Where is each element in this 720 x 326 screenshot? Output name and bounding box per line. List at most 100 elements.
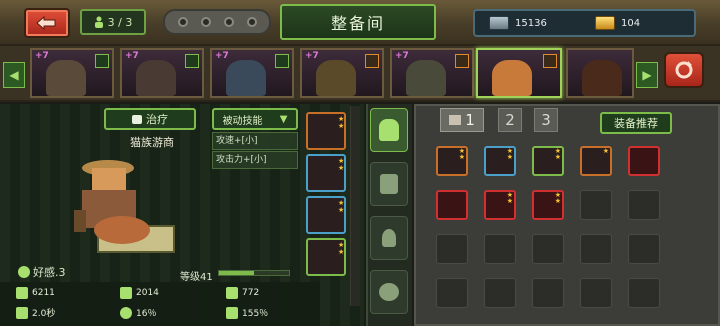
stat-hp: 6211 [16,287,55,299]
currency-1-value: 15136 [515,18,547,29]
hero-level: +7 [305,51,319,61]
equip-rail [350,106,360,306]
character-name: 猫族游商 [130,136,174,149]
inventory-item[interactable]: ★ ★ [532,146,564,176]
heal-button[interactable]: 治疗 [104,108,196,130]
skill-item: 攻速+[小] [212,132,298,150]
inventory-empty-slot[interactable] [580,234,612,264]
star-icon: ★ ★ [338,115,345,130]
affinity-text: 好感.3 [33,266,66,279]
star-icon: ★ ★ [554,147,561,161]
hero-level: +7 [35,51,49,61]
inventory-item[interactable]: ★ ★ [484,146,516,176]
equip-slot[interactable]: ★ ★ [306,154,346,192]
inventory-empty-slot[interactable] [628,278,660,308]
gear-icon [380,174,398,194]
hero-portrait [582,60,622,96]
page-tab-3[interactable]: 3 [534,108,558,132]
currency-2-value: 104 [621,18,641,29]
hero-level: +7 [125,51,139,61]
inventory-empty-slot[interactable] [628,234,660,264]
passive-skill-label: 被动技能 [222,115,263,127]
squad-count-text: 3 / 3 [107,15,133,29]
hero-portrait [226,60,266,96]
tab-bond[interactable] [370,270,408,314]
inventory-empty-slot[interactable] [436,234,468,264]
tab-bot[interactable] [370,108,408,152]
inventory-empty-slot[interactable] [580,278,612,308]
person-badge-icon [95,54,109,68]
back-button[interactable] [24,8,70,38]
xp-bar [218,270,290,276]
stat-defense-value: 772 [242,288,260,298]
inventory-empty-slot[interactable] [628,190,660,220]
inventory-empty-slot[interactable] [484,278,516,308]
page-tab-2[interactable]: 2 [498,108,522,132]
equip-slot[interactable]: ★ ★ [306,238,346,276]
inventory-item[interactable]: ★ ★ [436,146,468,176]
hero-card[interactable] [566,48,634,98]
inventory-empty-slot[interactable] [484,234,516,264]
stat-crit-value: 16％ [136,309,157,319]
hero-level: +7 [395,51,409,61]
inventory-item[interactable]: ★ ★ [484,190,516,220]
link-slots[interactable] [163,9,271,35]
lightbulb-icon [382,229,396,247]
page-title: 整备间 [280,4,436,40]
target-icon [120,306,132,319]
inventory-item[interactable] [628,146,660,176]
page-tab-label: 2 [505,111,515,129]
inventory-empty-slot[interactable] [580,190,612,220]
star-icon: ★ ★ [338,199,345,214]
skill-item: 攻击力+[小] [212,151,298,169]
tab-gear[interactable] [370,162,408,206]
inventory-empty-slot[interactable] [532,234,564,264]
chip-currency-icon [489,16,509,30]
hero-card[interactable]: +7 [120,48,204,98]
swap-hero-button[interactable] [664,52,704,88]
stat-crit-damage: 155％ [226,306,268,319]
level-text: 等级41 [180,272,213,283]
stat-crit-damage-value: 155％ [242,309,269,319]
gold-bar-icon [595,16,615,30]
passive-skill-dropdown[interactable]: 被动技能 ▼ [212,108,298,130]
hero-card[interactable]: +7 [390,48,474,98]
mixed-badge-icon [543,54,557,68]
hero-card[interactable]: +7 [30,48,114,98]
back-arrow-icon [36,15,56,31]
hero-card[interactable]: +7 [210,48,294,98]
person-icon [94,16,103,28]
mixed-badge-icon [365,54,379,68]
inventory-item[interactable] [436,190,468,220]
hero-portrait [406,60,446,96]
star-icon: ★ ★ [458,147,465,161]
link-slot-icon [177,17,188,27]
tab-ideas[interactable] [370,216,408,260]
inventory-item[interactable]: ★ ★ [532,190,564,220]
inventory-empty-slot[interactable] [436,278,468,308]
shield-icon [226,287,238,299]
equip-slot[interactable]: ★ ★ [306,196,346,234]
stat-attack-speed-value: 2.0秒 [32,309,56,319]
equip-slot[interactable]: ★ ★ [306,112,346,150]
inventory-empty-slot[interactable] [532,278,564,308]
hero-card-selected[interactable] [476,48,562,98]
inventory-item[interactable]: ★ [580,146,612,176]
chevron-down-icon: ▼ [279,113,288,125]
star-icon: ★ ★ [506,147,513,161]
stat-defense: 772 [226,287,259,299]
hero-portrait [492,60,532,96]
hero-card[interactable]: +7 [300,48,384,98]
hero-level: +7 [215,51,229,61]
page-tab-label: 1 [465,111,475,129]
chevron-right-icon: ▶ [642,68,652,82]
stat-hp-value: 6211 [32,288,55,298]
recommend-button[interactable]: 装备推荐 [600,112,672,134]
refresh-icon [675,61,693,79]
currency-bar: 15136 104 [473,9,696,37]
strip-left-button[interactable]: ◀ [3,62,25,88]
strip-right-button[interactable]: ▶ [636,62,658,88]
affinity: 好感.3 [18,264,66,280]
page-tab-1[interactable]: 1 [440,108,484,132]
heart-person-icon [379,283,399,301]
